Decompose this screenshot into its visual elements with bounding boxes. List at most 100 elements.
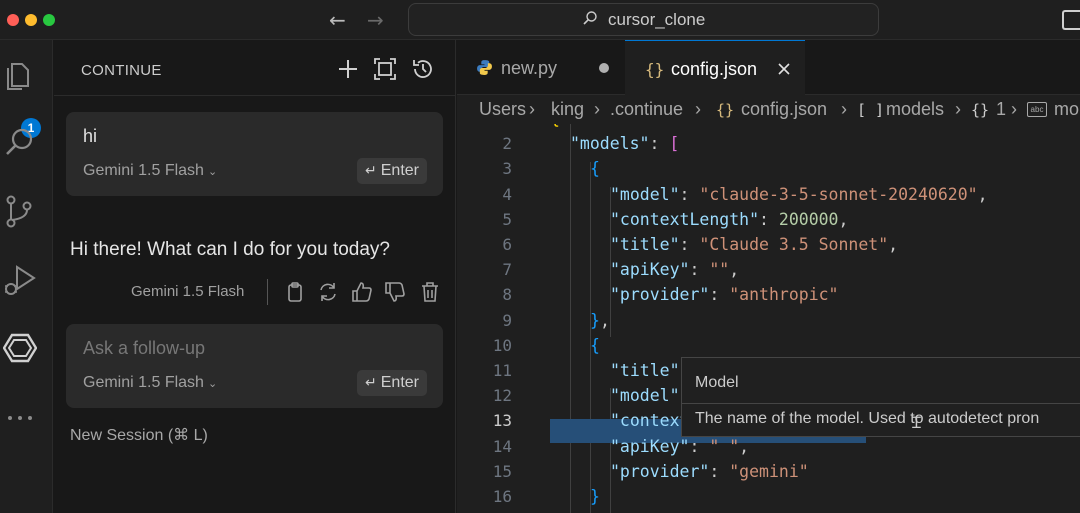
model-selector[interactable]: Gemini 1.5 Flash ⌄ <box>83 162 217 180</box>
followup-card[interactable]: Ask a follow-up Gemini 1.5 Flash ⌄ ↵ Enter <box>66 324 443 408</box>
model-selector-label: Gemini 1.5 Flash <box>83 374 204 391</box>
line-number: 8 <box>502 285 512 305</box>
enter-button[interactable]: ↵ Enter <box>357 370 427 396</box>
breadcrumb-item[interactable]: mo <box>1054 99 1079 120</box>
line-number: 12 <box>492 386 512 406</box>
return-icon: ↵ <box>365 163 377 179</box>
editor-area: new.py {} config.json Users › king › .co… <box>457 40 1080 513</box>
breadcrumb-item[interactable]: king <box>551 99 584 120</box>
maximize-window-button[interactable] <box>43 14 55 26</box>
first-message-card[interactable]: hi Gemini 1.5 Flash ⌄ ↵ Enter <box>66 112 443 196</box>
line-number: 2 <box>502 134 512 154</box>
minimize-window-button[interactable] <box>25 14 37 26</box>
files-icon[interactable] <box>3 58 37 92</box>
hover-description: The name of the model. Used to autodetec… <box>695 410 1040 427</box>
breadcrumb-item[interactable]: Users <box>479 99 526 120</box>
code-line[interactable]: 9}, <box>457 308 1080 333</box>
toggle-layout-icon[interactable] <box>1062 10 1080 30</box>
enter-button-label: Enter <box>380 162 419 179</box>
breadcrumb-item[interactable]: models <box>886 99 944 120</box>
breadcrumb: Users › king › .continue › {} config.jso… <box>457 96 1080 124</box>
code-line[interactable]: 3{ <box>457 156 1080 181</box>
hover-title: Model <box>695 374 739 391</box>
code-line[interactable]: 2 "models": [ <box>457 131 1080 156</box>
source-control-icon[interactable] <box>3 194 37 228</box>
code-text: { <box>550 124 560 131</box>
followup-input[interactable]: Ask a follow-up <box>83 338 205 359</box>
code-text: { <box>590 159 600 179</box>
enter-button-label: Enter <box>380 374 419 391</box>
regenerate-icon[interactable] <box>317 281 339 303</box>
code-line[interactable]: 15 "provider": "gemini" <box>457 459 1080 484</box>
code-text: "apiKey": "", <box>610 260 740 280</box>
line-number: 1 <box>457 124 512 131</box>
new-session-link[interactable]: New Session (⌘ L) <box>70 425 208 445</box>
code-line[interactable]: 5 "contextLength": 200000, <box>457 207 1080 232</box>
command-center-search[interactable]: cursor_clone <box>408 3 879 36</box>
tab-bar: new.py {} config.json <box>457 40 1080 96</box>
line-number: 4 <box>502 184 512 204</box>
search-icon[interactable] <box>3 126 37 160</box>
trash-icon[interactable] <box>419 281 441 303</box>
hover-tooltip: Model The name of the model. Used to aut… <box>681 357 1080 437</box>
chevron-right-icon: › <box>1011 99 1017 119</box>
reply-model-label: Gemini 1.5 Flash <box>131 283 245 300</box>
forward-arrow-icon[interactable]: → <box>367 8 384 32</box>
chevron-right-icon: › <box>841 99 847 119</box>
code-editor[interactable]: 1{2"models": [3{4"model": "claude-3-5-so… <box>457 124 1080 513</box>
code-text: "models": [ <box>570 134 680 154</box>
chevron-right-icon: › <box>695 99 701 119</box>
code-line[interactable]: 7 "apiKey": "", <box>457 257 1080 282</box>
enter-button[interactable]: ↵ Enter <box>357 158 427 184</box>
line-number: 10 <box>492 335 512 355</box>
continue-icon[interactable] <box>3 331 37 365</box>
modified-dot-icon <box>599 63 609 73</box>
more-icon[interactable] <box>3 401 37 435</box>
tab-new-py[interactable]: new.py <box>457 40 624 95</box>
array-icon: [ ] <box>857 101 885 119</box>
run-debug-icon[interactable] <box>3 262 37 296</box>
chevron-right-icon: › <box>594 99 600 119</box>
first-message-text[interactable]: hi <box>83 126 97 147</box>
line-number: 5 <box>502 209 512 229</box>
json-icon: {} <box>645 60 665 79</box>
back-arrow-icon[interactable]: ← <box>329 8 346 32</box>
thumbs-up-icon[interactable] <box>351 281 373 303</box>
line-number: 7 <box>502 260 512 280</box>
close-icon[interactable] <box>778 63 790 75</box>
panel-divider <box>54 95 456 96</box>
close-window-button[interactable] <box>7 14 19 26</box>
thumbs-down-icon[interactable] <box>384 281 406 303</box>
new-chat-icon[interactable] <box>337 58 359 80</box>
code-text: "model": "claude-3-5-sonnet-20240620", <box>610 184 988 204</box>
code-line[interactable]: 16} <box>457 484 1080 509</box>
line-number: 6 <box>502 235 512 254</box>
chevron-right-icon: › <box>955 99 961 119</box>
code-line[interactable]: 6 "title": "Claude 3.5 Sonnet", <box>457 232 1080 257</box>
title-bar: ← → cursor_clone <box>0 0 1080 40</box>
model-selector-label: Gemini 1.5 Flash <box>83 162 204 179</box>
code-line[interactable]: 4 "model": "claude-3-5-sonnet-20240620", <box>457 182 1080 207</box>
search-icon <box>583 11 597 25</box>
line-number: 16 <box>492 487 512 506</box>
return-icon: ↵ <box>365 375 377 391</box>
code-line[interactable]: 8 "provider": "anthropic" <box>457 282 1080 307</box>
code-line[interactable]: 1{ <box>457 124 1080 131</box>
code-line[interactable]: 10 { <box>457 333 1080 358</box>
chevron-down-icon: ⌄ <box>207 377 218 390</box>
code-line[interactable]: 14 "apiKey": " ", <box>457 434 1080 459</box>
window-title: cursor_clone <box>608 10 706 29</box>
model-selector[interactable]: Gemini 1.5 Flash ⌄ <box>83 374 217 392</box>
continue-panel: CONTINUE hi Gemini 1.5 Flash ⌄ ↵ Enter Hi … <box>54 40 456 513</box>
breadcrumb-item[interactable]: .continue <box>610 99 683 120</box>
reply-divider <box>267 279 268 305</box>
fullscreen-icon[interactable] <box>374 58 396 80</box>
breadcrumb-item[interactable]: config.json <box>741 99 827 120</box>
tab-config-json[interactable]: {} config.json <box>625 40 805 96</box>
copy-icon[interactable] <box>284 281 306 303</box>
code-text: "provider": "gemini" <box>610 461 809 481</box>
code-text: { <box>590 335 600 355</box>
code-text: }, <box>590 310 610 330</box>
breadcrumb-item[interactable]: 1 <box>996 99 1006 120</box>
history-icon[interactable] <box>412 58 434 80</box>
